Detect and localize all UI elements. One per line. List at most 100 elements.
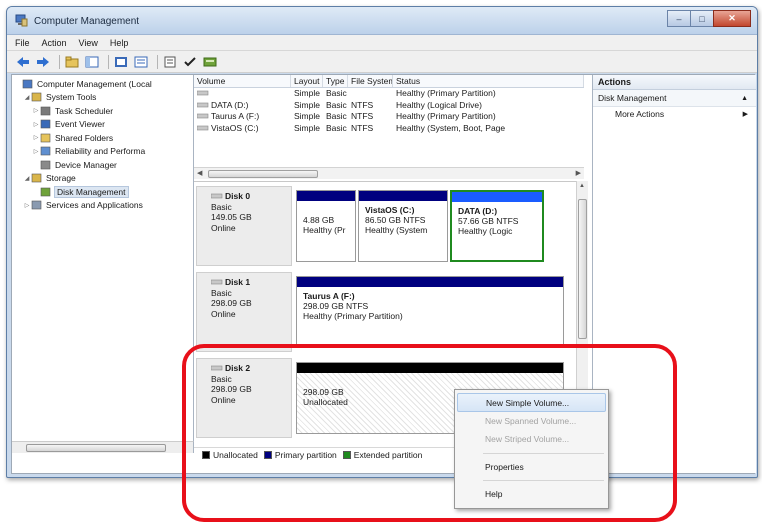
list-view-button[interactable] [133, 54, 149, 70]
window-title: Computer Management [34, 16, 140, 27]
legend-item: Unallocated [202, 450, 258, 460]
volume-row[interactable]: VistaOS (C:) Simple Basic NTFS Healthy (Syst… [194, 123, 584, 135]
column-header-volume[interactable]: Volume [194, 75, 291, 87]
context-menu-new-simple-volume[interactable]: New Simple Volume... [457, 393, 606, 412]
tree-item[interactable]: Device Manager [12, 158, 193, 172]
collapse-icon[interactable]: ▲ [741, 90, 748, 107]
volume-cell: NTFS [348, 123, 393, 135]
volume-row[interactable]: Simple Basic Healthy (Primary Partition) [194, 88, 584, 100]
context-menu-new-spanned-volume: New Spanned Volume... [485, 415, 577, 426]
up-folder-button[interactable] [64, 54, 80, 70]
actions-section-disk-management[interactable]: Disk Management ▲ [593, 90, 756, 107]
scrollbar-thumb[interactable] [26, 444, 166, 452]
tree-expand-icon[interactable]: ▷ [32, 148, 40, 155]
column-header-status[interactable]: Status [393, 75, 584, 87]
title-bar[interactable]: Computer Management – □ ✕ [7, 7, 757, 35]
minimize-icon: – [676, 13, 682, 24]
volume-cell [194, 88, 291, 100]
volume-icon [196, 123, 211, 133]
menu-view[interactable]: View [79, 38, 98, 48]
disk-name: Disk 0 [210, 191, 291, 202]
back-button[interactable] [15, 54, 31, 70]
partition[interactable]: DATA (D:) 57.66 GB NTFS Healthy (Logic [450, 190, 544, 262]
partition-status: Healthy (System [365, 225, 428, 235]
tree-node-icon [40, 187, 51, 197]
volume-cell-text: Simple [294, 122, 320, 133]
volume-cell-text: Healthy (System, Boot, Page [396, 122, 506, 133]
scrollbar-thumb[interactable] [578, 199, 587, 339]
disk-button[interactable] [202, 54, 218, 70]
partition[interactable]: VistaOS (C:) 86.50 GB NTFS Healthy (System [358, 190, 448, 262]
volume-cell: NTFS [348, 111, 393, 123]
volume-cell: Healthy (Primary Partition) [393, 88, 584, 100]
tree-item[interactable]: ▷ Services and Applications [12, 199, 193, 213]
help-button[interactable] [162, 54, 178, 70]
partition-text: DATA (D:) 57.66 GB NTFS Healthy (Logic [452, 202, 542, 236]
scroll-left-icon[interactable]: ◀ [197, 169, 202, 177]
check-button[interactable] [182, 54, 198, 70]
column-header-layout[interactable]: Layout [291, 75, 323, 87]
tree-expand-icon[interactable]: ▷ [32, 134, 40, 141]
tree-node-icon [31, 92, 42, 102]
partition[interactable]: Taurus A (F:) 298.09 GB NTFS Healthy (Prim… [296, 276, 564, 348]
volume-cell-text: Healthy (Logical Drive) [396, 99, 482, 110]
tree-item[interactable]: ◢ Storage [12, 172, 193, 186]
properties-button[interactable] [113, 54, 129, 70]
more-actions-item[interactable]: More Actions ▶ [593, 107, 756, 122]
maximize-button[interactable]: □ [690, 10, 714, 27]
tree-item[interactable]: ◢ System Tools [12, 91, 193, 105]
tree-item[interactable]: ▷ Reliability and Performa [12, 145, 193, 159]
disk-row[interactable]: Disk 1 Basic 298.09 GB Online Taurus A (F:) 2… [196, 272, 570, 352]
partition[interactable]: 4.88 GB Healthy (Pr [296, 190, 356, 262]
menu-action[interactable]: Action [42, 38, 67, 48]
tree-expand-icon[interactable]: ▷ [32, 121, 40, 128]
disk-status: Online [211, 394, 236, 405]
volume-row[interactable]: Taurus A (F:) Simple Basic NTFS Healthy (Pri… [194, 111, 584, 123]
scroll-up-icon[interactable]: ▲ [579, 183, 585, 189]
tree-node-icon [22, 79, 33, 89]
scroll-right-icon[interactable]: ▶ [576, 169, 581, 177]
menu-file[interactable]: File [15, 38, 30, 48]
context-menu-properties[interactable]: Properties [457, 458, 606, 477]
tree-item[interactable]: ▷ Task Scheduler [12, 104, 193, 118]
context-menu-help[interactable]: Help [457, 485, 606, 504]
volume-cell: Basic [323, 111, 348, 123]
tree-node-icon [31, 173, 42, 183]
tree-expand-icon[interactable]: ▷ [23, 202, 31, 209]
menu-help[interactable]: Help [110, 38, 129, 48]
column-header-type[interactable]: Type [323, 75, 348, 87]
tree-horizontal-scrollbar[interactable] [12, 441, 194, 453]
toolbar-separator [59, 54, 60, 69]
forward-button[interactable] [35, 54, 51, 70]
volume-cell-text: Basic [326, 99, 347, 110]
tree-item[interactable]: Computer Management (Local [12, 77, 193, 91]
disk-info[interactable]: Disk 1 Basic 298.09 GB Online [196, 272, 292, 352]
console-tree-icon [85, 56, 99, 67]
menu-bar: File Action View Help [7, 35, 757, 51]
volume-row[interactable]: DATA (D:) Simple Basic NTFS Healthy (Logical… [194, 100, 584, 112]
disk-type: Basic [211, 287, 232, 298]
tree-item[interactable]: ▷ Shared Folders [12, 131, 193, 145]
disk-info[interactable]: Disk 0 Basic 149.05 GB Online [196, 186, 292, 266]
volume-cell-text: Simple [294, 88, 320, 98]
tree-expand-icon[interactable]: ◢ [23, 94, 31, 101]
show-hide-tree-button[interactable] [84, 54, 100, 70]
volume-cell-text: Taurus A (F:) [211, 111, 260, 121]
tree-expand-icon[interactable]: ▷ [32, 107, 40, 114]
tree-item[interactable]: ▷ Event Viewer [12, 118, 193, 132]
close-button[interactable]: ✕ [713, 10, 751, 27]
legend-swatch [263, 450, 272, 459]
volume-cell: Simple [291, 111, 323, 123]
disk-row[interactable]: Disk 0 Basic 149.05 GB Online 4.88 GB Health… [196, 186, 570, 266]
toolbar [7, 51, 757, 73]
volume-icon [196, 100, 211, 110]
tree-node-icon [40, 160, 51, 170]
scrollbar-thumb[interactable] [208, 170, 318, 178]
tree-item[interactable]: Disk Management [12, 185, 193, 199]
column-header-file-system[interactable]: File System [348, 75, 393, 87]
volume-list-horizontal-scrollbar[interactable]: ◀ ▶ [194, 167, 584, 179]
maximize-icon: □ [699, 13, 705, 24]
tree-expand-icon[interactable]: ◢ [23, 175, 31, 182]
minimize-button[interactable]: – [667, 10, 691, 27]
disk-info[interactable]: Disk 2 Basic 298.09 GB Online [196, 358, 292, 438]
